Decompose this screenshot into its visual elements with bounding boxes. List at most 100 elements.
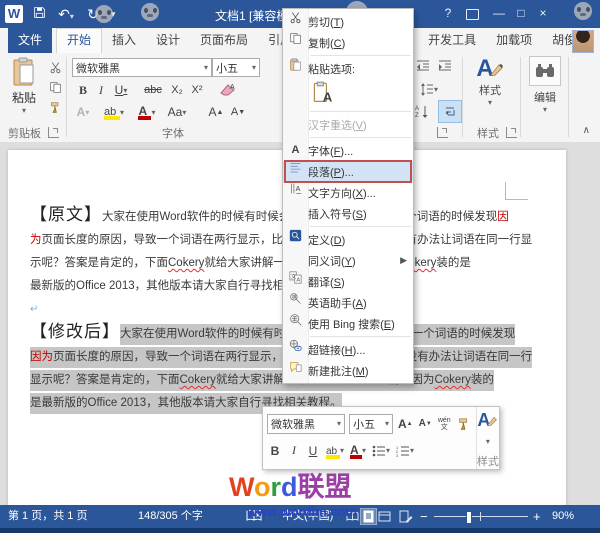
italic-button[interactable]: I (94, 81, 108, 99)
styles-gallery-button[interactable]: A 样式 ▾ (466, 56, 514, 122)
page-count[interactable]: 第 1 页，共 1 页 (8, 505, 87, 528)
menu-item-label: 同义词(Y) (308, 253, 400, 269)
menu-item-define[interactable]: 定义(D) (283, 229, 413, 250)
zoom-level[interactable]: 90% (552, 505, 574, 528)
superscript-button[interactable]: X² (188, 81, 206, 99)
mini-format-painter-button[interactable] (456, 417, 472, 431)
ribbon-display-options-button[interactable] (461, 4, 483, 23)
text-segment: Cokery (168, 253, 204, 274)
mini-italic-button[interactable]: I (287, 443, 301, 458)
close-button[interactable]: × (532, 4, 554, 23)
menu-item-label: 复制(C) (308, 35, 407, 51)
menu-item-font[interactable]: A字体(F)... (283, 140, 413, 161)
mini-underline-button[interactable]: U (305, 444, 321, 458)
zoom-slider-thumb[interactable] (466, 511, 472, 524)
print-layout-view-button[interactable] (361, 509, 376, 524)
zoom-slider-track[interactable] (434, 516, 528, 517)
menu-item-paste-keep-source[interactable]: A (283, 79, 413, 109)
decrease-indent-button[interactable] (414, 58, 432, 74)
copy-button[interactable] (46, 79, 64, 95)
numbered-list-icon: 123 (396, 445, 410, 457)
chevron-down-icon: ▾ (151, 108, 155, 117)
mini-font-name-combo[interactable]: 微软雅黑▾ (267, 414, 345, 434)
paragraph-dialog-launcher[interactable] (437, 127, 448, 138)
zoom-in-button[interactable]: + (533, 505, 541, 528)
editing-button[interactable]: 编辑 ▾ (526, 56, 564, 122)
help-button[interactable]: ? (437, 4, 459, 23)
mini-font-color-button[interactable]: A▾ (349, 443, 367, 459)
tab-design[interactable]: 设计 (146, 28, 190, 53)
paste-caret-icon: ▾ (4, 106, 44, 115)
save-button[interactable] (30, 4, 48, 24)
tab-insert[interactable]: 插入 (102, 28, 146, 53)
word-app-icon[interactable]: W (5, 5, 23, 23)
text-segment: Cokery (434, 370, 470, 391)
shrink-font-button[interactable]: A▼ (228, 103, 248, 121)
mini-numbering-button[interactable]: 123▾ (395, 445, 415, 457)
collapse-ribbon-button[interactable]: ∧ (583, 125, 590, 136)
menu-item-copy[interactable]: 复制(C) (283, 32, 413, 53)
change-case-button[interactable]: Aa▾ (164, 103, 190, 121)
font-size-combo[interactable]: 小五▾ (212, 58, 260, 77)
menu-item-english-assistant[interactable]: 英英语助手(A) (283, 292, 413, 313)
clipboard-dialog-launcher[interactable] (48, 127, 59, 138)
menu-item-synonyms[interactable]: 同义词(Y)▶ (283, 250, 413, 271)
strikethrough-button[interactable]: abc (140, 81, 166, 99)
menu-item-new-comment[interactable]: 新建批注(M) (283, 360, 413, 381)
menu-item-text-direction[interactable]: A文字方向(X)... (283, 182, 413, 203)
maximize-button[interactable]: □ (510, 4, 532, 23)
grow-font-button[interactable]: A▲ (206, 103, 226, 121)
mini-phonetic-guide-button[interactable]: wén文 (437, 417, 452, 431)
line-spacing-button[interactable]: ▾ (416, 80, 442, 98)
zoom-out-button[interactable]: − (420, 505, 428, 528)
mini-bold-button[interactable]: B (267, 444, 283, 458)
mini-shrink-font-button[interactable]: A▼ (418, 418, 433, 429)
format-painter-button[interactable] (46, 99, 64, 115)
bold-button[interactable]: B (74, 81, 92, 99)
styles-dialog-launcher[interactable] (506, 127, 517, 138)
user-avatar[interactable] (572, 30, 594, 53)
menu-item-paragraph[interactable]: 段落(P)... (283, 161, 413, 182)
tab-file[interactable]: 文件 (8, 28, 52, 53)
tab-home[interactable]: 开始 (56, 28, 102, 53)
status-shortcut-button[interactable] (398, 509, 413, 524)
font-name-combo[interactable]: 微软雅黑▾ (72, 58, 212, 77)
mini-grow-font-button[interactable]: A▲ (397, 417, 414, 431)
subscript-button[interactable]: X₂ (168, 81, 186, 99)
cut-button[interactable] (46, 59, 64, 75)
mini-font-size-combo[interactable]: 小五▾ (349, 414, 393, 434)
menu-item-cut[interactable]: 剪切(T) (283, 11, 413, 32)
tab-developer[interactable]: 开发工具 (418, 28, 486, 53)
mini-styles-button[interactable]: A▾ 样式 (476, 407, 499, 469)
menu-item-bing-search[interactable]: 使用 Bing 搜索(E) (283, 313, 413, 334)
highlight-color-button[interactable]: ab ▾ (100, 103, 128, 121)
tab-add-ins[interactable]: 加载项 (486, 28, 542, 53)
menu-item-label: 段落(P)... (308, 164, 407, 180)
minimize-button[interactable]: — (488, 4, 510, 23)
text-segment: 因 (497, 207, 509, 228)
menu-item-hyperlink[interactable]: 超链接(H)... (283, 339, 413, 360)
word-count[interactable]: 148/305 个字 (138, 505, 203, 528)
chevron-down-icon: ▾ (526, 105, 564, 114)
paste-button[interactable]: 粘贴 ▾ (4, 57, 44, 121)
menu-item-label: 定义(D) (308, 232, 407, 248)
svg-text:A: A (415, 106, 419, 112)
menu-item-translate[interactable]: 文A翻译(S) (283, 271, 413, 292)
tab-page-layout[interactable]: 页面布局 (190, 28, 258, 53)
font-color-button[interactable]: A ▾ (134, 103, 160, 121)
show-hide-marks-button[interactable] (438, 100, 462, 123)
mini-bullets-button[interactable]: ▾ (371, 445, 391, 457)
bing-search-icon (283, 313, 308, 334)
text-effects-button[interactable]: A▾ (70, 103, 96, 121)
clear-formatting-button[interactable]: A (216, 79, 240, 99)
mini-highlight-button[interactable]: ab▾ (325, 443, 345, 459)
menu-item-hanzi-reselect[interactable]: 汉字重选(V) (283, 114, 413, 135)
increase-indent-button[interactable] (436, 58, 454, 74)
print-layout-icon (361, 509, 376, 524)
sort-button[interactable]: AZ (412, 102, 432, 120)
underline-button[interactable]: U▾ (110, 81, 132, 99)
undo-button[interactable]: ↶▾ (54, 4, 78, 24)
web-layout-view-button[interactable] (377, 509, 392, 524)
menu-item-insert-symbol[interactable]: 插入符号(S) (283, 203, 413, 224)
chevron-down-icon: ▾ (466, 98, 514, 107)
